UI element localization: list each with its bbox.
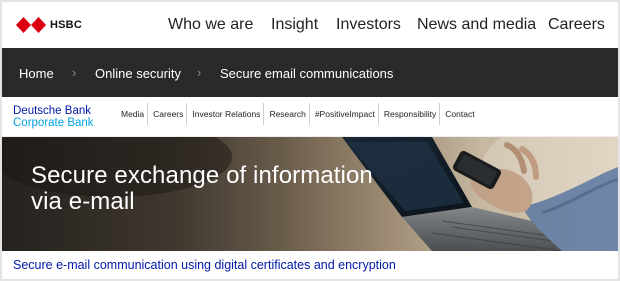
breadcrumb-separator-icon: ›: [72, 65, 77, 80]
hsbc-main-nav: Who we are Insight Investors News and me…: [168, 16, 618, 36]
hsbc-header: HSBC Who we are Insight Investors News a…: [2, 2, 618, 48]
db-nav: Media Careers Investor Relations Researc…: [116, 102, 478, 126]
db-nav-careers[interactable]: Careers: [147, 103, 186, 125]
hero-title-line-1: Secure exchange of information: [31, 162, 373, 189]
nav-careers[interactable]: Careers: [548, 16, 605, 34]
hsbc-hexagon-icon: [16, 17, 46, 33]
nav-insight[interactable]: Insight: [271, 16, 318, 34]
hero-title-line-2: via e-mail: [31, 188, 135, 215]
hsbc-logo[interactable]: HSBC: [16, 12, 82, 38]
db-nav-media[interactable]: Media: [116, 103, 147, 125]
breadcrumb-current-page: Secure email communications: [220, 66, 394, 81]
page-subtitle: Secure e-mail communication using digita…: [13, 258, 396, 272]
db-logo[interactable]: Deutsche Bank Corporate Bank: [13, 105, 94, 129]
db-brand-name: Deutsche Bank: [13, 105, 91, 117]
db-nav-responsibility[interactable]: Responsibility: [377, 103, 439, 125]
breadcrumb-separator-icon: ›: [197, 65, 202, 80]
db-nav-positive-impact[interactable]: #PositiveImpact: [308, 103, 378, 125]
hero-title: Secure exchange of information via e-mai…: [31, 163, 373, 215]
nav-investors[interactable]: Investors: [336, 16, 401, 34]
breadcrumb: Home › Online security › Secure email co…: [2, 48, 618, 97]
hsbc-logo-text: HSBC: [50, 19, 82, 31]
hero-banner: Secure exchange of information via e-mai…: [2, 137, 618, 251]
db-header: Deutsche Bank Corporate Bank Media Caree…: [2, 97, 618, 137]
db-nav-research[interactable]: Research: [263, 103, 308, 125]
db-brand-division: Corporate Bank: [13, 117, 94, 129]
db-nav-contact[interactable]: Contact: [439, 103, 477, 125]
nav-who-we-are[interactable]: Who we are: [168, 16, 253, 34]
db-nav-investor-relations[interactable]: Investor Relations: [186, 103, 263, 125]
nav-news-and-media[interactable]: News and media: [417, 16, 536, 34]
breadcrumb-home[interactable]: Home: [19, 66, 54, 81]
screenshot-frame: HSBC Who we are Insight Investors News a…: [2, 2, 618, 279]
breadcrumb-online-security[interactable]: Online security: [95, 66, 181, 81]
